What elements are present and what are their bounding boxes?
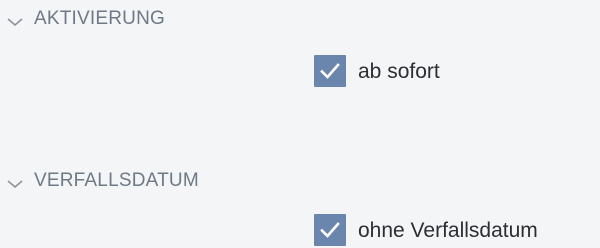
checkmark-icon bbox=[320, 63, 340, 79]
activation-immediately-checkbox[interactable] bbox=[314, 55, 346, 87]
section-header-activation[interactable]: AKTIVIERUNG bbox=[6, 9, 165, 28]
expiry-none-option[interactable]: ohne Verfallsdatum bbox=[314, 214, 538, 246]
section-title-expiry: VERFALLSDATUM bbox=[34, 170, 199, 191]
chevron-down-icon bbox=[6, 175, 24, 188]
activation-immediately-option[interactable]: ab sofort bbox=[314, 55, 440, 87]
activation-immediately-label: ab sofort bbox=[358, 59, 440, 83]
checkmark-icon bbox=[320, 222, 340, 238]
chevron-down-icon bbox=[6, 13, 24, 26]
expiry-none-checkbox[interactable] bbox=[314, 214, 346, 246]
section-header-expiry[interactable]: VERFALLSDATUM bbox=[6, 171, 199, 190]
expiry-none-label: ohne Verfallsdatum bbox=[358, 218, 538, 242]
section-title-activation: AKTIVIERUNG bbox=[34, 8, 165, 29]
